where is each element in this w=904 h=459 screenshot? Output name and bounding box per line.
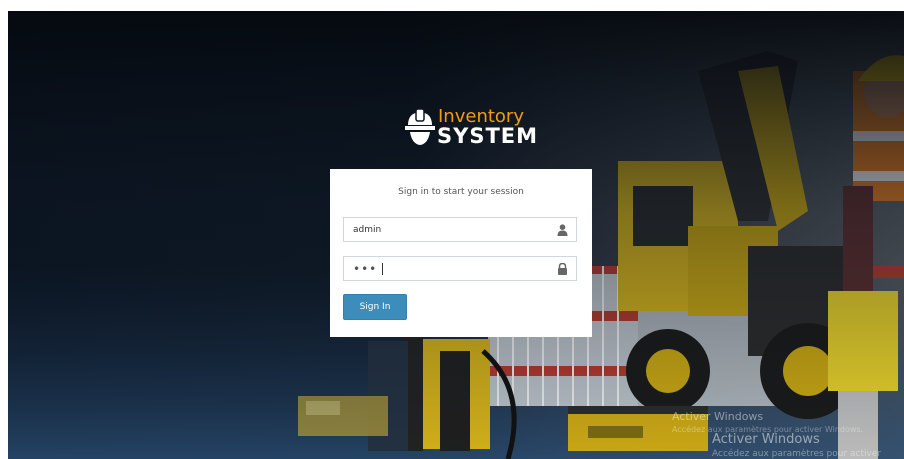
password-input[interactable] bbox=[344, 257, 553, 280]
activate-windows-watermark-title-2: Activer Windows bbox=[712, 432, 820, 447]
text-caret bbox=[382, 263, 383, 275]
user-icon bbox=[557, 224, 568, 236]
hardhat-icon bbox=[405, 108, 435, 145]
login-page: Inventory SYSTEM Sign in to start your s… bbox=[8, 11, 904, 459]
activate-windows-watermark-text-2: Accédez aux paramètres pour activer bbox=[712, 449, 882, 459]
username-field bbox=[343, 217, 577, 242]
activate-windows-watermark-title: Activer Windows bbox=[672, 410, 764, 423]
app-logo: Inventory SYSTEM bbox=[404, 104, 537, 164]
logo-text-system: SYSTEM bbox=[437, 124, 539, 148]
password-field bbox=[343, 256, 577, 281]
sign-in-button[interactable]: Sign In bbox=[343, 294, 407, 320]
login-box: Sign in to start your session Sign In bbox=[330, 169, 592, 337]
login-box-message: Sign in to start your session bbox=[398, 187, 524, 197]
username-input[interactable] bbox=[344, 218, 553, 241]
lock-icon bbox=[558, 263, 567, 275]
